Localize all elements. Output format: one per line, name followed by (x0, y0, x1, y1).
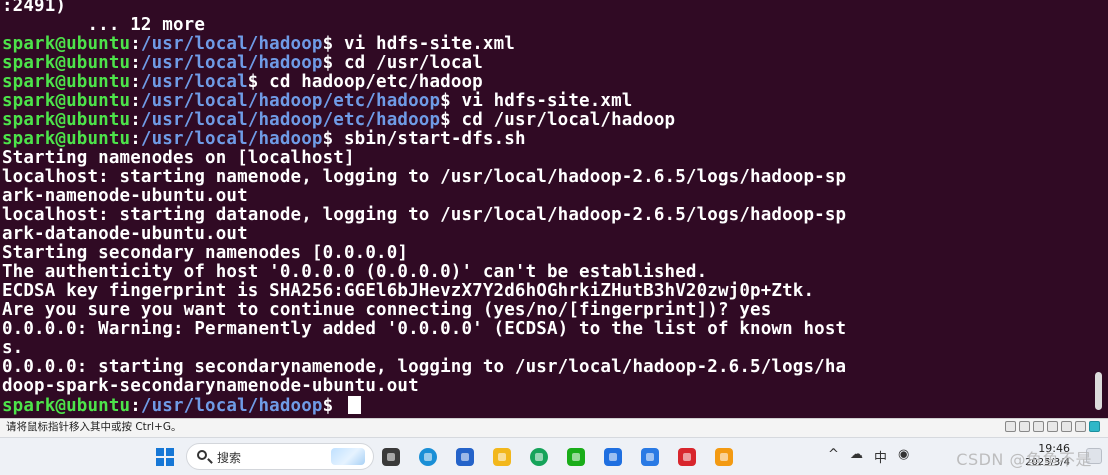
prompt-command: cd hadoop/etc/hadoop (258, 72, 483, 92)
prompt-dollar: $ (440, 91, 451, 111)
search-icon (197, 450, 207, 460)
prompt-separator: : (130, 72, 141, 92)
terminal-output-line: Are you sure you want to continue connec… (2, 300, 772, 320)
notification-icon[interactable] (1086, 448, 1102, 464)
prompt-command: sbin/start-dfs.sh (333, 129, 526, 149)
taskbar-search-box[interactable]: 搜索 (186, 443, 374, 470)
terminal-output-line: localhost: starting datanode, logging to… (2, 205, 847, 225)
mail-icon[interactable] (637, 444, 663, 470)
system-tray: ^ ☁ 中 ◉ 19:46 2025/3/4 (828, 438, 1108, 475)
prompt-separator: : (130, 396, 141, 416)
prompt-path: /usr/local/hadoop (140, 34, 323, 54)
prompt-path: /usr/local/hadoop (140, 396, 323, 416)
system-clock[interactable]: 19:46 2025/3/4 (1025, 442, 1070, 470)
windows-taskbar: 搜索 ^ ☁ 中 ◉ 19:46 2025/3/4 (0, 437, 1108, 475)
edge-beta-icon[interactable] (526, 444, 552, 470)
prompt-command: vi hdfs-site.xml (333, 34, 515, 54)
terminal-output-line: localhost: starting namenode, logging to… (2, 167, 847, 187)
vmware-icon[interactable] (711, 444, 737, 470)
terminal-prompt-line: spark@ubuntu:/usr/local/hadoop$ vi hdfs-… (2, 35, 515, 54)
clock-time: 19:46 (1038, 442, 1070, 455)
prompt-dollar: $ (322, 129, 334, 149)
prompt-dollar: $ (247, 72, 259, 92)
prompt-dollar: $ (322, 396, 334, 416)
terminal-cursor (347, 396, 361, 414)
terminal-scrollbar[interactable] (1095, 372, 1102, 410)
wifi-icon[interactable]: ◉ (898, 447, 909, 462)
message-icon[interactable] (1089, 421, 1100, 432)
search-highlight-icon (331, 448, 365, 465)
prompt-path: /usr/local (140, 72, 248, 92)
file-explorer-icon[interactable] (489, 444, 515, 470)
terminal-output-line: 0.0.0.0: Warning: Permanently added '0.0… (2, 319, 847, 339)
wps-icon[interactable] (674, 444, 700, 470)
terminal-output-line: The authenticity of host '0.0.0.0 (0.0.0… (2, 262, 708, 282)
display-icon[interactable] (1047, 421, 1058, 432)
sound-icon[interactable] (1019, 421, 1030, 432)
usb-icon[interactable] (1033, 421, 1044, 432)
prompt-user: spark@ubuntu (2, 129, 131, 149)
prompt-user: spark@ubuntu (2, 72, 131, 92)
wechat-icon[interactable] (563, 444, 589, 470)
terminal-prompt-line: spark@ubuntu:/usr/local$ cd hadoop/etc/h… (2, 73, 483, 92)
terminal-output-line: doop-spark-secondarynamenode-ubuntu.out (2, 376, 419, 396)
prompt-separator: : (130, 129, 141, 149)
prompt-command (333, 396, 344, 416)
terminal-output-line: 0.0.0.0: starting secondarynamenode, log… (2, 357, 847, 377)
chevron-up-icon[interactable]: ^ (828, 447, 839, 462)
terminal-output-line: ... 12 more (2, 15, 206, 35)
prompt-user: spark@ubuntu (2, 53, 131, 73)
prompt-separator: : (130, 91, 141, 111)
prompt-dollar: $ (322, 34, 334, 54)
terminal-prompt-line: spark@ubuntu:/usr/local/hadoop/etc/hadoo… (2, 92, 633, 111)
prompt-path: /usr/local/hadoop (140, 53, 323, 73)
edge-icon[interactable] (415, 444, 441, 470)
prompt-command: cd /usr/local/hadoop (450, 110, 676, 130)
clock-date: 2025/3/4 (1025, 457, 1070, 468)
thunder-icon[interactable] (600, 444, 626, 470)
terminal-output-line: s. (2, 338, 24, 358)
prompt-path: /usr/local/hadoop/etc/hadoop (140, 91, 441, 111)
prompt-user: spark@ubuntu (2, 91, 131, 111)
prompt-command: cd /usr/local (333, 53, 483, 73)
prompt-separator: : (130, 110, 141, 130)
terminal-window[interactable]: :2491) ... 12 more spark@ubuntu:/usr/loca… (0, 0, 1108, 418)
prompt-user: spark@ubuntu (2, 34, 131, 54)
vm-status-bar: 请将鼠标指针移入其中或按 Ctrl+G。 (0, 418, 1108, 437)
printer-icon[interactable] (1061, 421, 1072, 432)
search-label: 搜索 (217, 451, 242, 465)
store-icon[interactable] (452, 444, 478, 470)
network-icon[interactable] (1005, 421, 1016, 432)
prompt-separator: : (130, 34, 141, 54)
shared-folder-icon[interactable] (1075, 421, 1086, 432)
terminal-prompt-line: spark@ubuntu:/usr/local/hadoop$ sbin/sta… (2, 130, 526, 149)
prompt-separator: : (130, 53, 141, 73)
terminal-output-line: ark-datanode-ubuntu.out (2, 224, 248, 244)
prompt-command: vi hdfs-site.xml (450, 91, 633, 111)
terminal-prompt-line: spark@ubuntu:/usr/local/hadoop$ (2, 396, 361, 416)
terminal-output-line: :2491) (2, 0, 67, 16)
prompt-path: /usr/local/hadoop/etc/hadoop (140, 110, 441, 130)
prompt-user: spark@ubuntu (2, 396, 131, 416)
prompt-user: spark@ubuntu (2, 110, 131, 130)
terminal-output-line: Starting namenodes on [localhost] (2, 148, 355, 168)
task-view-icon[interactable] (378, 444, 404, 470)
start-button[interactable] (152, 444, 178, 470)
language-icon[interactable]: 中 (874, 447, 887, 466)
terminal-prompt-line: spark@ubuntu:/usr/local/hadoop$ cd /usr/… (2, 54, 483, 73)
prompt-dollar: $ (440, 110, 451, 130)
prompt-dollar: $ (322, 53, 334, 73)
terminal-output-line: ECDSA key fingerprint is SHA256:GGEl6bJH… (2, 281, 815, 301)
vm-status-hint: 请将鼠标指针移入其中或按 Ctrl+G。 (6, 421, 182, 433)
terminal-output-line: Starting secondary namenodes [0.0.0.0] (2, 243, 409, 263)
terminal-prompt-line: spark@ubuntu:/usr/local/hadoop/etc/hadoo… (2, 111, 675, 130)
vm-status-icons (1005, 421, 1100, 432)
prompt-path: /usr/local/hadoop (140, 129, 323, 149)
cloud-icon[interactable]: ☁ (850, 447, 863, 462)
terminal-output-line: ark-namenode-ubuntu.out (2, 186, 248, 206)
